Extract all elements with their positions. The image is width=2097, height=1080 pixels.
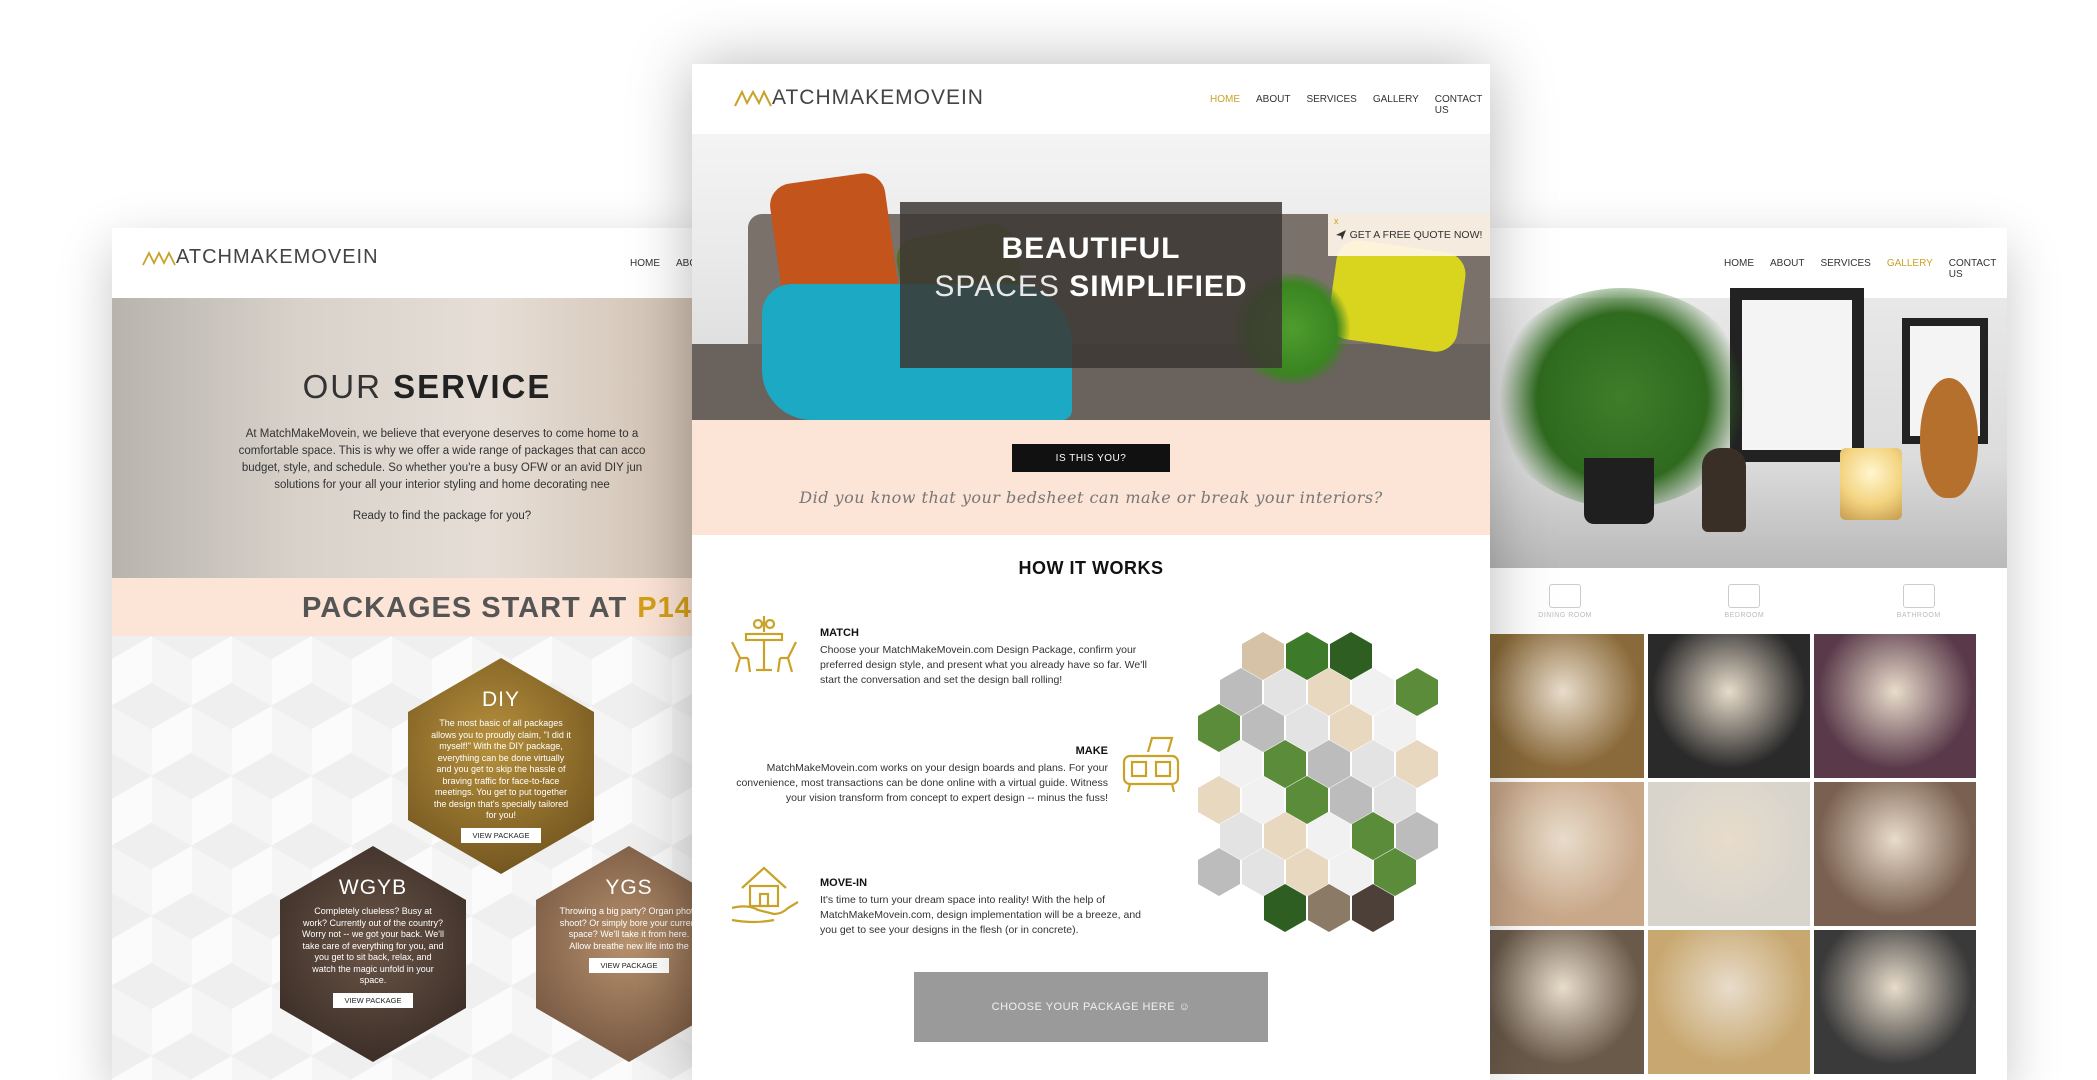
how-step-move-in: MOVE-IN It's time to turn your dream spa… xyxy=(820,876,1160,938)
packages-banner: PACKAGES START AT P14,99 xyxy=(112,578,742,636)
gallery-photo[interactable] xyxy=(1648,782,1810,926)
site-logo[interactable]: ATCHMAKEMOVEIN xyxy=(734,86,984,110)
nav-services[interactable]: SERVICES xyxy=(1306,94,1356,116)
nav-about[interactable]: ABOUT xyxy=(1770,258,1804,280)
is-this-you-button[interactable]: IS THIS YOU? xyxy=(1012,444,1170,472)
site-header: ATCHMAKEMOVEIN HOME ABOUT SERVICES GALLERY C… xyxy=(692,64,1490,146)
free-quote-button[interactable]: x GET A FREE QUOTE NOW! xyxy=(1328,214,1490,256)
hero-title-thin: SPACES xyxy=(934,270,1060,303)
tagline: Did you know that your bedsheet can make… xyxy=(799,488,1383,507)
gallery-grid xyxy=(1482,634,2002,1074)
nav-contact-us[interactable]: CONTACT US xyxy=(1435,94,1490,116)
service-intro: At MatchMakeMovein, we believe that ever… xyxy=(232,426,652,494)
packages-text: PACKAGES START AT P14,99 xyxy=(302,592,735,625)
hero-title-line2: SPACES SIMPLIFIED xyxy=(900,270,1282,304)
services-page-mockup: ATCHMAKEMOVEIN HOME ABOU OUR SERVICE At … xyxy=(112,228,742,1080)
gallery-photo[interactable] xyxy=(1482,634,1644,778)
title-thin: OUR xyxy=(302,368,382,405)
bathtub-icon xyxy=(1902,583,1935,608)
picture-frame-image xyxy=(1730,288,1864,462)
step-text: MatchMakeMovein.com works on your design… xyxy=(736,762,1108,804)
intro-band: IS THIS YOU? Did you know that your beds… xyxy=(692,420,1490,535)
gallery-page-mockup: HOME ABOUT SERVICES GALLERY CONTACT US DININ… xyxy=(1472,228,2007,1080)
packages-label: PACKAGES START AT xyxy=(302,592,628,624)
view-package-button[interactable]: VIEW PACKAGE xyxy=(588,958,670,973)
category-bathroom[interactable]: BATHROOM xyxy=(1896,583,1941,619)
dining-room-icon xyxy=(1549,583,1582,608)
step-text: It's time to turn your dream space into … xyxy=(820,894,1141,936)
house-in-hand-icon xyxy=(731,866,799,924)
hero-title-line1: BEAUTIFUL xyxy=(1001,232,1181,265)
category-dining-room[interactable]: DINING ROOM xyxy=(1538,583,1592,619)
logo-mountain-icon xyxy=(734,89,772,107)
hero-overlay: BEAUTIFUL SPACES SIMPLIFIED xyxy=(900,202,1282,368)
nav-gallery[interactable]: GALLERY xyxy=(1878,258,1941,310)
package-description: Completely clueless? Busy at work? Curre… xyxy=(302,906,444,985)
hero-title-bold: SIMPLIFIED xyxy=(1069,270,1248,303)
step-title: MOVE-IN xyxy=(820,877,868,889)
logo-text: ATCHMAKEMOVEIN xyxy=(772,86,984,109)
category-label: DINING ROOM xyxy=(1538,611,1592,619)
home-page-mockup: ATCHMAKEMOVEIN HOME ABOUT SERVICES GALLERY C… xyxy=(692,64,1490,1080)
gallery-hero xyxy=(1472,288,2007,568)
logo-text: ATCHMAKEMOVEIN xyxy=(176,246,379,268)
gallery-photo[interactable] xyxy=(1648,634,1810,778)
gallery-photo[interactable] xyxy=(1814,634,1976,778)
gallery-photo[interactable] xyxy=(1482,930,1644,1074)
hexagon-photo-mosaic xyxy=(1198,632,1438,932)
intro-line: At MatchMakeMovein, we believe that ever… xyxy=(245,428,639,440)
gallery-photo[interactable] xyxy=(1814,930,1976,1074)
nav-home[interactable]: HOME xyxy=(1202,94,1248,146)
category-label: BEDROOM xyxy=(1724,611,1765,619)
nav-home[interactable]: HOME xyxy=(1724,258,1754,280)
category-bedroom[interactable]: BEDROOM xyxy=(1724,583,1765,619)
title-bold: SERVICE xyxy=(393,368,552,405)
dining-set-icon xyxy=(731,616,797,673)
nav-contact-us[interactable]: CONTACT US xyxy=(1949,258,2007,280)
gallery-category-filter: DINING ROOM BEDROOM BATHROOM xyxy=(1472,568,2007,634)
page-title: OUR SERVICE xyxy=(112,368,742,406)
ukulele-image xyxy=(1920,378,1978,498)
gallery-photo[interactable] xyxy=(1482,782,1644,926)
hero-cta-text: Ready to find the package for you? xyxy=(352,510,532,522)
gallery-photo[interactable] xyxy=(1814,782,1976,926)
sculpture-image xyxy=(1702,448,1746,532)
how-step-make: MAKE MatchMakeMovein.com works on your d… xyxy=(728,744,1108,806)
paper-plane-icon xyxy=(1335,230,1346,240)
plant-pot-image xyxy=(1584,458,1654,524)
category-label: BATHROOM xyxy=(1896,611,1941,619)
step-text: Choose your MatchMakeMovein.com Design P… xyxy=(820,644,1147,686)
intro-line: budget, style, and schedule. So whether … xyxy=(241,462,643,474)
nav-home[interactable]: HOME xyxy=(630,258,660,269)
choose-package-button[interactable]: CHOOSE YOUR PACKAGE HERE ☺ xyxy=(914,972,1268,1042)
nav-about[interactable]: ABOUT xyxy=(1256,94,1290,116)
package-description: The most basic of all packages allows yo… xyxy=(431,718,571,820)
main-nav: HOME ABOUT SERVICES GALLERY CONTACT US xyxy=(1202,94,1490,146)
logo-mountain-icon xyxy=(142,250,176,265)
intro-line: solutions for your all your interior sty… xyxy=(274,479,610,491)
site-logo[interactable]: ATCHMAKEMOVEIN xyxy=(142,246,379,269)
view-package-button[interactable]: VIEW PACKAGE xyxy=(332,992,414,1008)
view-package-button[interactable]: VIEW PACKAGE xyxy=(460,827,542,843)
step-title: MATCH xyxy=(820,627,859,639)
nav-services[interactable]: SERVICES xyxy=(1820,258,1870,280)
bed-icon xyxy=(1728,583,1761,608)
free-quote-label: GET A FREE QUOTE NOW! xyxy=(1349,229,1483,241)
close-icon[interactable]: x xyxy=(1334,216,1339,226)
main-nav: HOME ABOUT SERVICES GALLERY CONTACT US xyxy=(1724,258,2007,310)
how-step-match: MATCH Choose your MatchMakeMovein.com De… xyxy=(820,626,1160,688)
candle-image xyxy=(1840,448,1902,520)
gallery-photo[interactable] xyxy=(1648,930,1810,1074)
step-title: MAKE xyxy=(1075,745,1108,757)
nav-gallery[interactable]: GALLERY xyxy=(1373,94,1419,116)
intro-line: comfortable space. This is why we offer … xyxy=(238,445,646,457)
sofa-icon xyxy=(1122,736,1180,793)
home-hero-slider: BEAUTIFUL SPACES SIMPLIFIED x GET A FREE… xyxy=(692,134,1490,482)
how-it-works-title: HOW IT WORKS xyxy=(1018,558,1164,578)
service-hero: OUR SERVICE At MatchMakeMovein, we belie… xyxy=(112,298,742,578)
